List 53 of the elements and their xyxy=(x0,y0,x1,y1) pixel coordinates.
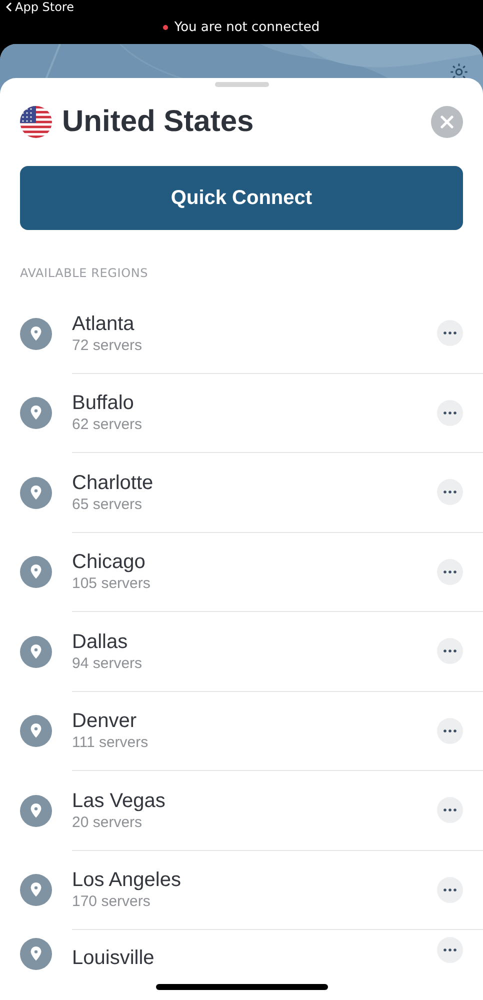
region-name[interactable]: Louisville xyxy=(72,947,483,970)
more-icon xyxy=(443,888,457,892)
more-button[interactable] xyxy=(437,638,463,664)
region-name[interactable]: Buffalo xyxy=(72,392,483,416)
more-icon xyxy=(443,490,457,494)
more-button[interactable] xyxy=(437,558,463,585)
location-pin-icon xyxy=(20,938,52,970)
more-button[interactable] xyxy=(437,937,463,963)
more-icon xyxy=(443,808,457,812)
location-pin-icon xyxy=(20,318,52,350)
more-button[interactable] xyxy=(437,876,463,903)
more-button[interactable] xyxy=(437,797,463,824)
region-name[interactable]: Dallas xyxy=(72,630,483,654)
server-count: 20 servers xyxy=(72,814,144,831)
location-pin-icon xyxy=(20,636,52,668)
location-pin-icon xyxy=(20,476,52,509)
more-button[interactable] xyxy=(437,718,463,744)
region-name[interactable]: Denver xyxy=(72,710,483,734)
server-count: 170 servers xyxy=(72,893,152,910)
region-name[interactable]: Las Vegas xyxy=(72,790,483,813)
close-icon xyxy=(440,115,454,129)
more-icon xyxy=(443,948,457,952)
server-count: 65 servers xyxy=(72,496,144,513)
section-title: AVAILABLE REGIONS xyxy=(20,266,150,280)
location-pin-icon xyxy=(20,397,52,430)
more-icon xyxy=(443,649,457,654)
more-icon xyxy=(443,410,457,415)
region-name[interactable]: Atlanta xyxy=(72,312,483,336)
quick-connect-button[interactable]: Quick Connect xyxy=(20,166,463,230)
more-icon xyxy=(443,570,457,574)
server-count: 111 servers xyxy=(72,734,150,752)
more-button[interactable] xyxy=(437,400,463,426)
more-icon xyxy=(443,728,457,733)
server-count: 72 servers xyxy=(72,336,144,354)
location-pin-icon xyxy=(20,556,52,588)
region-name[interactable]: Charlotte xyxy=(72,472,483,495)
back-chevron-icon xyxy=(6,2,12,12)
country-title: United States xyxy=(62,105,255,139)
more-icon xyxy=(443,331,457,336)
more-button[interactable] xyxy=(437,320,463,346)
region-name[interactable]: Los Angeles xyxy=(72,869,483,892)
server-count: 105 servers xyxy=(72,575,152,592)
drag-handle[interactable] xyxy=(214,82,268,87)
server-count: 62 servers xyxy=(72,416,144,434)
more-button[interactable] xyxy=(437,479,463,506)
location-pin-icon xyxy=(20,715,52,748)
location-pin-icon xyxy=(20,874,52,906)
region-name[interactable]: Chicago xyxy=(72,551,483,574)
back-link[interactable]: App Store xyxy=(6,0,74,14)
flag-icon xyxy=(20,106,52,138)
location-pin-icon xyxy=(20,794,52,827)
connection-status: You are not connected xyxy=(174,20,320,35)
server-count: 94 servers xyxy=(72,654,144,672)
